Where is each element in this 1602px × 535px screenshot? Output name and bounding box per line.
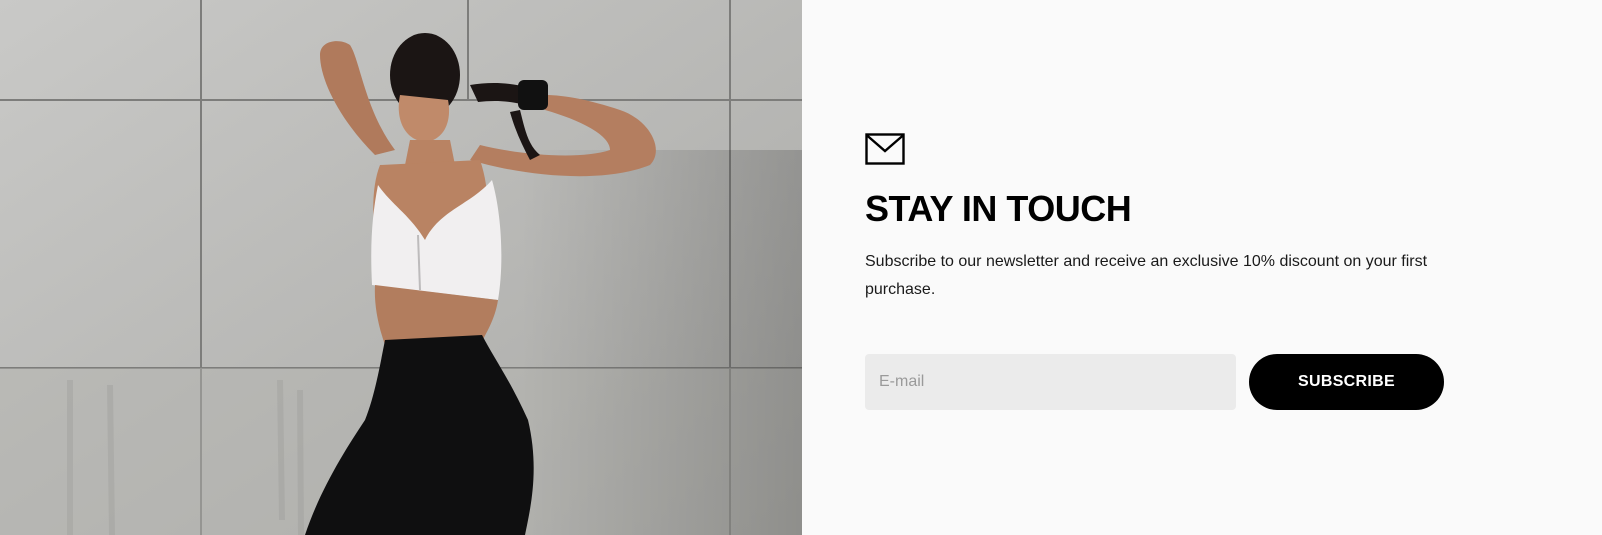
subscribe-button[interactable]: SUBSCRIBE — [1249, 354, 1444, 410]
newsletter-panel: STAY IN TOUCH Subscribe to our newslette… — [802, 0, 1602, 535]
photo-image — [0, 0, 802, 535]
subscribe-form: SUBSCRIBE — [865, 354, 1444, 410]
mail-icon — [865, 133, 905, 165]
newsletter-section: STAY IN TOUCH Subscribe to our newslette… — [0, 0, 1602, 535]
newsletter-title: STAY IN TOUCH — [865, 188, 1132, 229]
hero-photo — [0, 0, 802, 535]
email-input[interactable] — [865, 354, 1236, 410]
newsletter-description: Subscribe to our newsletter and receive … — [865, 253, 1428, 298]
